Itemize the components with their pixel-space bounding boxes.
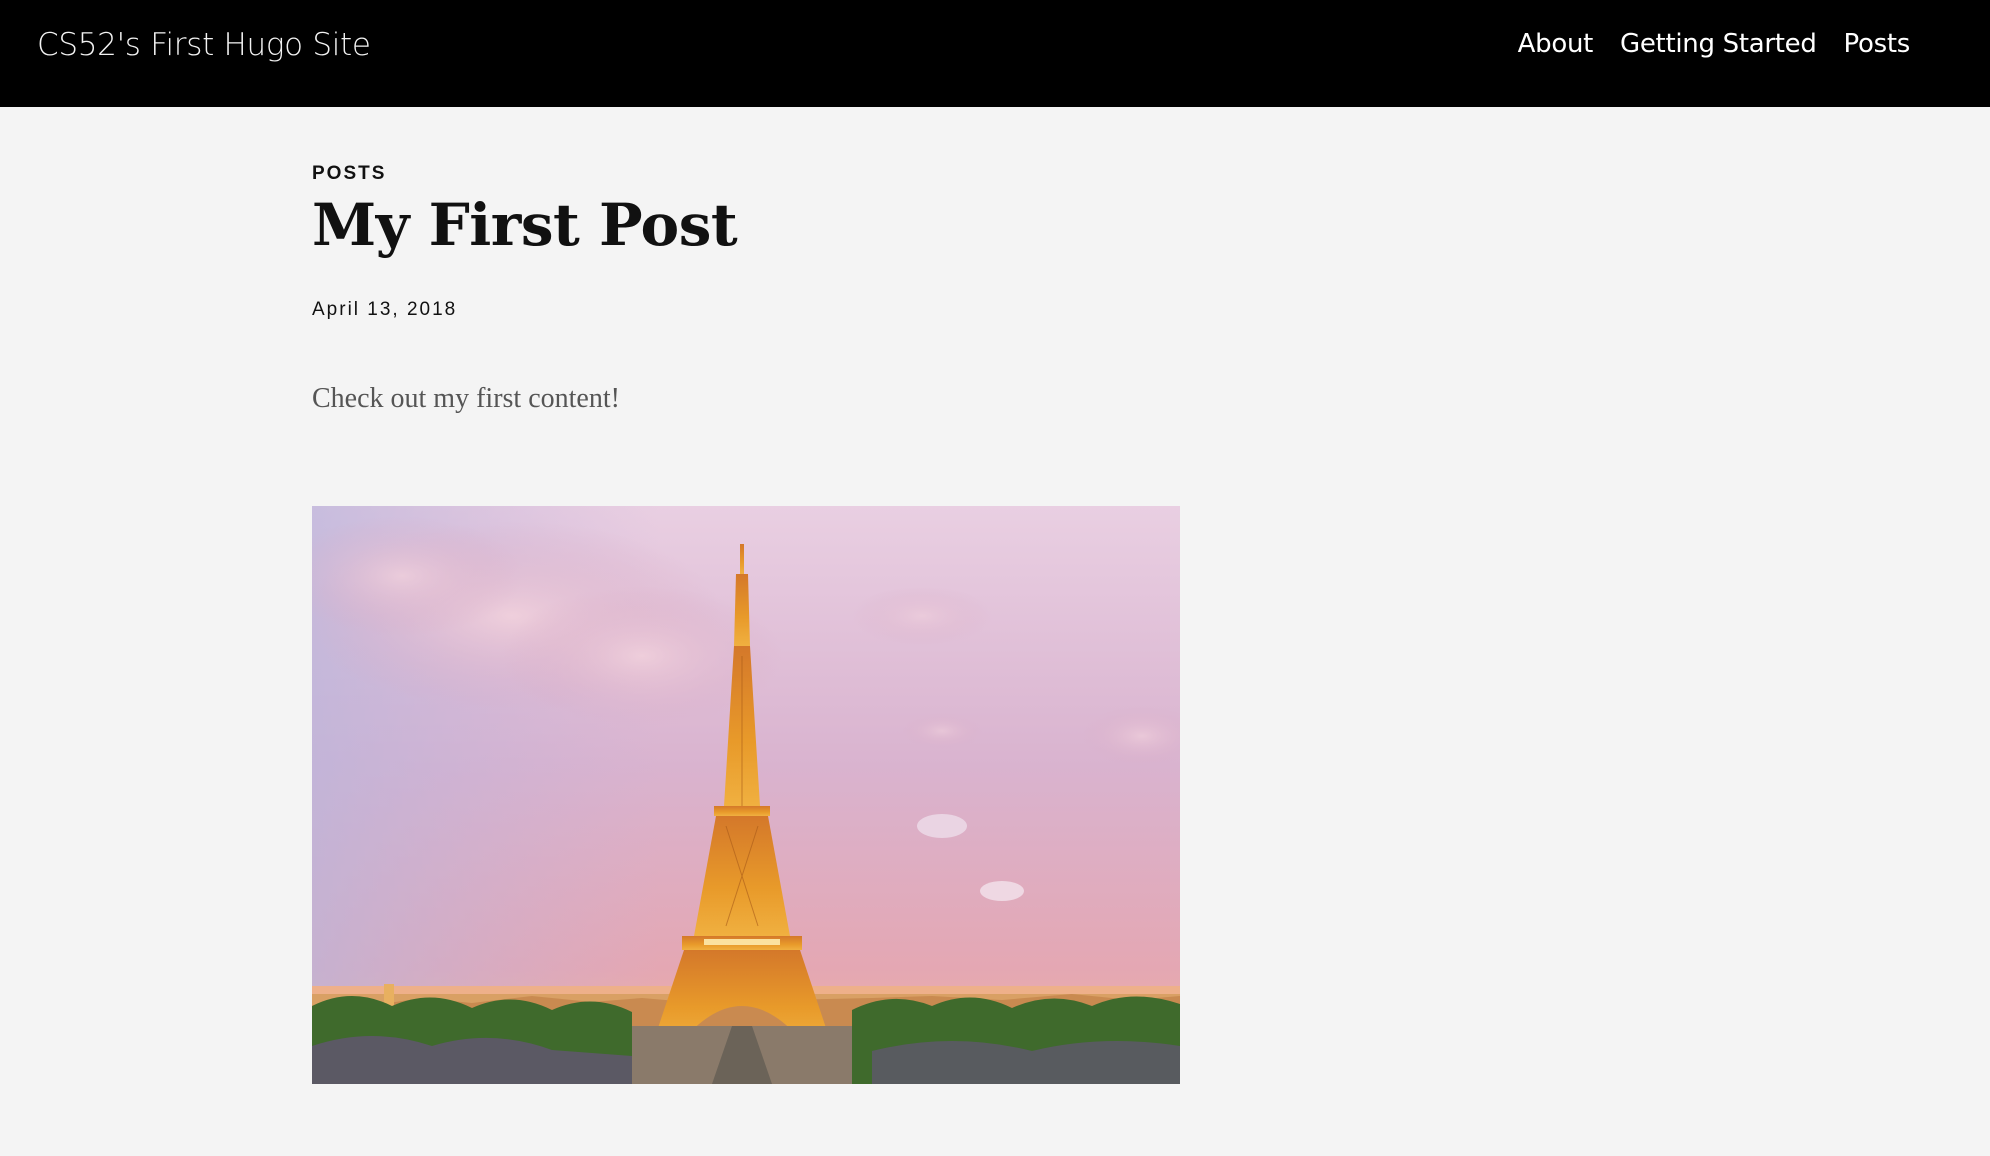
post-date: April 13, 2018 [312, 298, 458, 320]
post-content: POSTS My First Post April 13, 2018 Check… [312, 163, 1182, 415]
site-title-link[interactable]: CS52's First Hugo Site [37, 27, 371, 63]
site-header: CS52's First Hugo Site About Getting Sta… [0, 0, 1990, 107]
section-link-posts[interactable]: POSTS [312, 163, 1182, 186]
post-body-text: Check out my first content! [312, 382, 620, 414]
nav-link-about[interactable]: About [1518, 29, 1594, 59]
eiffel-tower-photo [312, 506, 1180, 1084]
nav-link-getting-started[interactable]: Getting Started [1620, 29, 1817, 59]
nav-link-posts[interactable]: Posts [1844, 29, 1911, 59]
post-title: My First Post [312, 191, 738, 259]
main-nav: About Getting Started Posts [1518, 29, 1911, 59]
